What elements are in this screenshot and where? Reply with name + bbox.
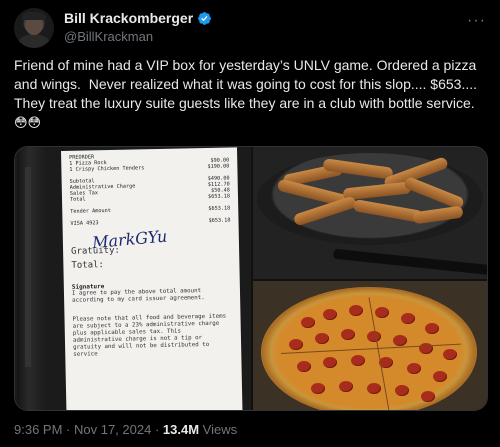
tweet-date[interactable]: Nov 17, 2024 (74, 422, 151, 437)
tweet-body: Friend of mine had a VIP box for yesterd… (14, 57, 481, 111)
tweet-text: Friend of mine had a VIP box for yesterd… (14, 56, 486, 132)
pizza (261, 287, 477, 410)
media-grid[interactable]: PREORDER 1 Pizza Rock $90.00 1 Crispy Chi… (14, 146, 488, 411)
views-count: 13.4M (162, 422, 200, 437)
receipt: PREORDER 1 Pizza Rock $90.00 1 Crispy Chi… (61, 147, 243, 410)
avatar[interactable] (14, 8, 54, 48)
receipt-note: Please note that all food and beverage i… (72, 313, 227, 358)
separator: · (151, 422, 163, 437)
pen (17, 147, 47, 410)
flushed-face-emoji: 😳😳 (14, 115, 42, 130)
name-row: Bill Krackomberger (64, 10, 212, 26)
tweet-header: Bill Krackomberger @BillKrackman ··· (14, 8, 486, 48)
more-options-icon[interactable]: ··· (467, 12, 486, 30)
tweet-meta: 9:36 PM · Nov 17, 2024 · 13.4M Views (14, 422, 237, 437)
author-handle[interactable]: @BillKrackman (64, 29, 153, 44)
receipt-photo[interactable]: PREORDER 1 Pizza Rock $90.00 1 Crispy Chi… (15, 147, 251, 410)
views-label: Views (199, 422, 238, 437)
pizza-photo[interactable] (253, 281, 487, 410)
chicken-tenders-photo[interactable] (253, 147, 487, 279)
separator: · (62, 422, 74, 437)
tweet-time[interactable]: 9:36 PM (14, 422, 62, 437)
author-display-name[interactable]: Bill Krackomberger (64, 10, 193, 26)
tongs (332, 248, 487, 276)
verified-badge-icon (198, 11, 212, 25)
